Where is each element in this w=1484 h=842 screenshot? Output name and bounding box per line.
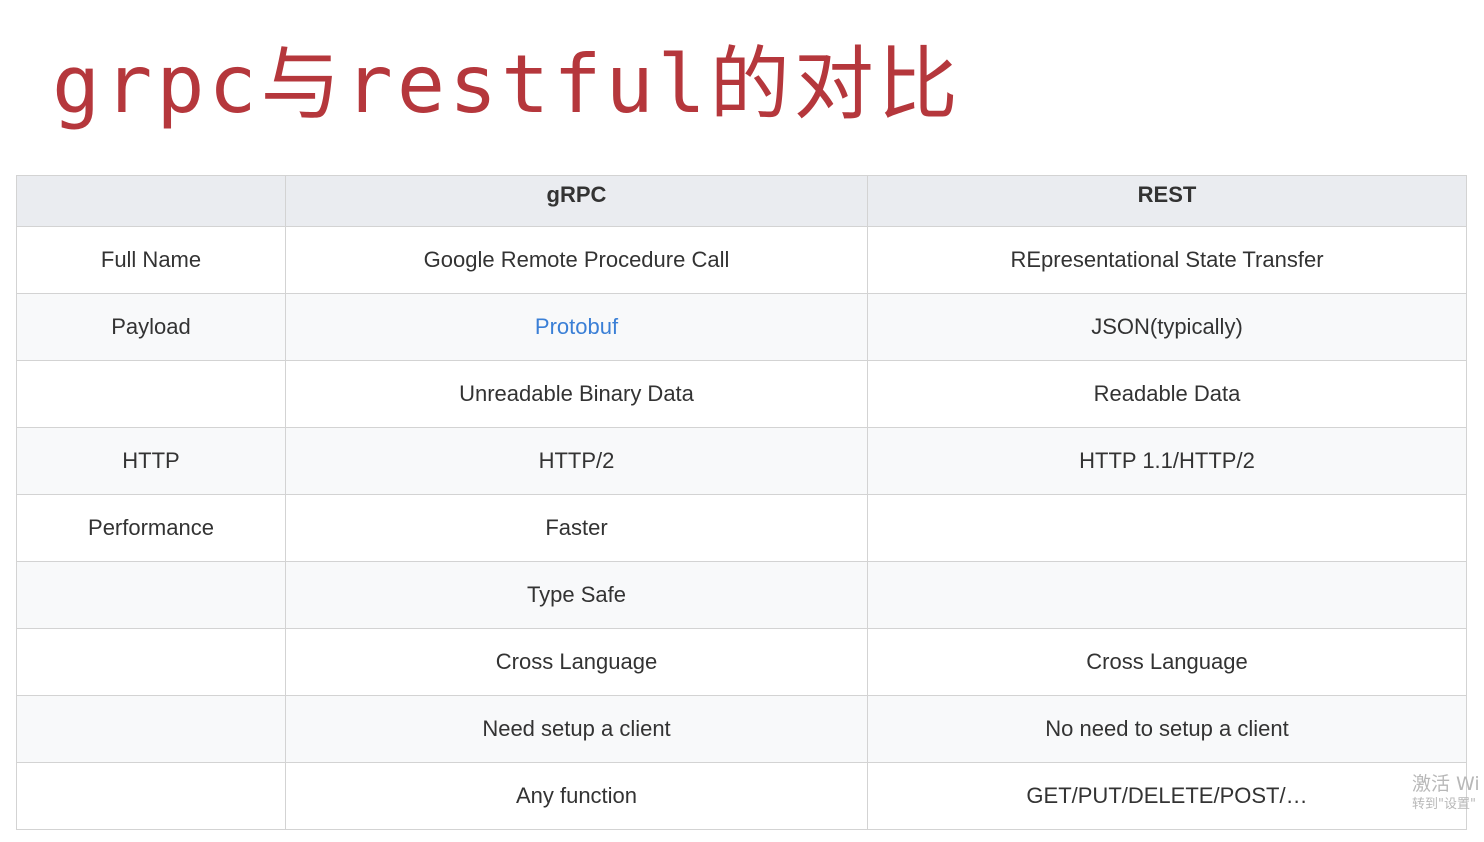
watermark-line-1: 激活 Wi: [1412, 773, 1480, 795]
grpc-cell: Unreadable Binary Data: [285, 360, 868, 428]
table-row: Any function GET/PUT/DELETE/POST/…: [16, 762, 1467, 830]
comparison-table: gRPC REST Full Name Google Remote Proced…: [16, 175, 1467, 830]
row-label: [16, 360, 286, 428]
protobuf-link[interactable]: Protobuf: [535, 314, 618, 339]
header-cell-label: [16, 175, 286, 227]
row-label: [16, 628, 286, 696]
table-row: Full Name Google Remote Procedure Call R…: [16, 226, 1467, 294]
activation-watermark: 激活 Wi 转到"设置": [1412, 772, 1480, 814]
grpc-cell: Type Safe: [285, 561, 868, 629]
rest-cell: Cross Language: [867, 628, 1467, 696]
row-label: [16, 762, 286, 830]
row-label: Payload: [16, 293, 286, 361]
header-cell-grpc: gRPC: [285, 175, 868, 227]
grpc-cell: Google Remote Procedure Call: [285, 226, 868, 294]
grpc-cell: Protobuf: [285, 293, 868, 361]
rest-cell: No need to setup a client: [867, 695, 1467, 763]
grpc-cell: HTTP/2: [285, 427, 868, 495]
table-row: Payload Protobuf JSON(typically): [16, 293, 1467, 361]
table-row: Unreadable Binary Data Readable Data: [16, 360, 1467, 428]
row-label: Full Name: [16, 226, 286, 294]
table-row: Cross Language Cross Language: [16, 628, 1467, 696]
slide-title: grpc与restful的对比: [52, 38, 962, 131]
row-label: [16, 695, 286, 763]
row-label: HTTP: [16, 427, 286, 495]
table-row: Need setup a client No need to setup a c…: [16, 695, 1467, 763]
table-row: Type Safe: [16, 561, 1467, 629]
rest-cell: HTTP 1.1/HTTP/2: [867, 427, 1467, 495]
grpc-cell: Any function: [285, 762, 868, 830]
rest-cell: Readable Data: [867, 360, 1467, 428]
table-row: HTTP HTTP/2 HTTP 1.1/HTTP/2: [16, 427, 1467, 495]
rest-cell: GET/PUT/DELETE/POST/…: [867, 762, 1467, 830]
rest-cell: JSON(typically): [867, 293, 1467, 361]
watermark-line-2: 转到"设置": [1412, 797, 1476, 812]
header-cell-rest: REST: [867, 175, 1467, 227]
rest-cell: [867, 561, 1467, 629]
table-header-row: gRPC REST: [16, 175, 1467, 227]
grpc-cell: Cross Language: [285, 628, 868, 696]
table-row: Performance Faster: [16, 494, 1467, 562]
grpc-cell: Faster: [285, 494, 868, 562]
row-label: Performance: [16, 494, 286, 562]
rest-cell: REpresentational State Transfer: [867, 226, 1467, 294]
row-label: [16, 561, 286, 629]
grpc-cell: Need setup a client: [285, 695, 868, 763]
rest-cell: [867, 494, 1467, 562]
